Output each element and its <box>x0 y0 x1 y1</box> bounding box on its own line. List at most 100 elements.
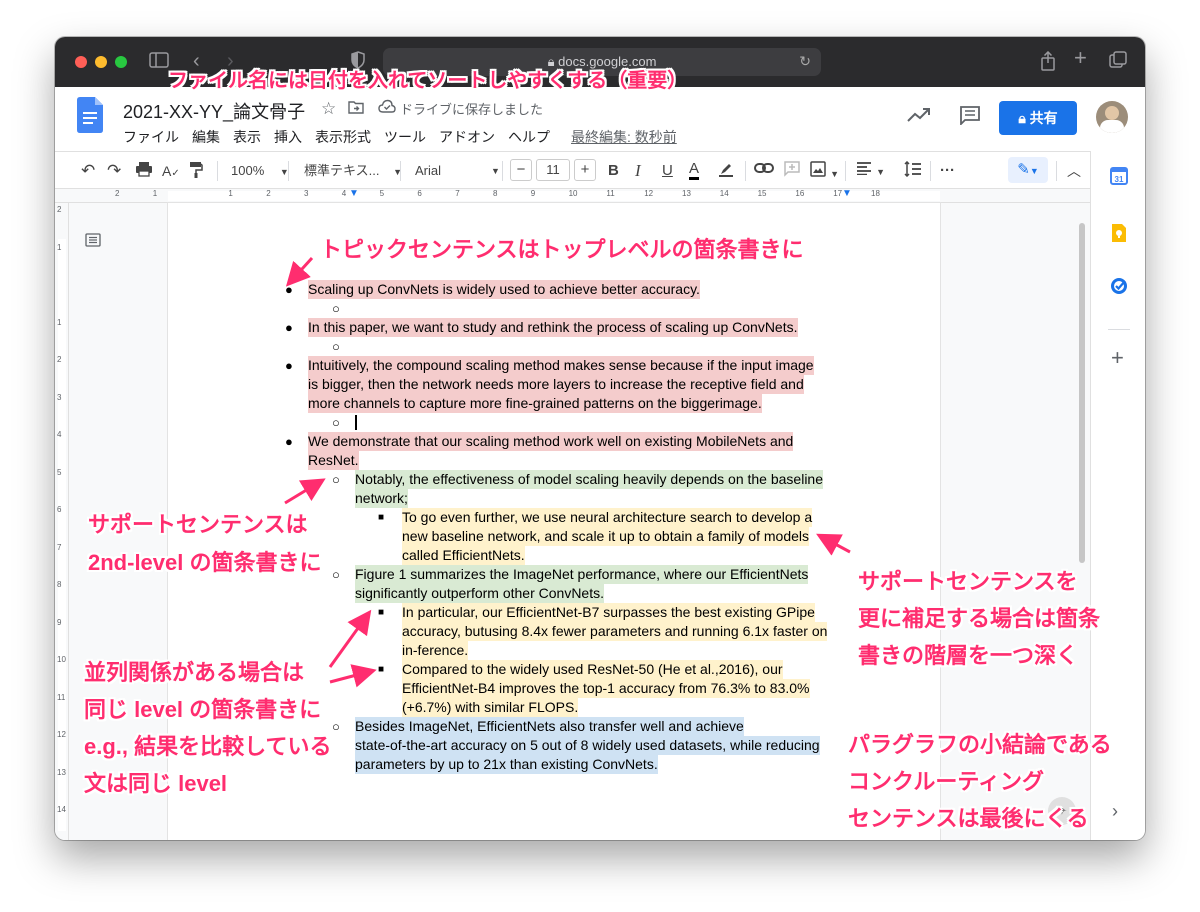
chevron-down-icon: ▼ <box>830 169 840 179</box>
share-icon[interactable] <box>1040 50 1056 77</box>
editing-mode-button[interactable]: ✎▼ <box>1008 157 1048 183</box>
topic-sentence-cont[interactable]: more channels to capture more fine-grain… <box>308 394 762 413</box>
zoom-select[interactable]: 100% ▼ <box>231 161 289 182</box>
undo-icon[interactable]: ↶ <box>81 161 95 181</box>
indent-marker-icon[interactable]: ▼ <box>349 188 359 199</box>
ruler-label: 12 <box>57 730 66 739</box>
minimize-window-button[interactable] <box>95 56 107 68</box>
paint-format-icon[interactable] <box>189 161 203 185</box>
detail-sentence-cont[interactable]: EfficientNet-B4 improves the top-1 accur… <box>402 679 810 698</box>
tab-overview-icon[interactable] <box>1109 51 1127 75</box>
bullet-circle: ○ <box>332 719 340 734</box>
expand-panel-icon[interactable]: › <box>1112 801 1118 822</box>
highlight-pen-icon[interactable] <box>718 161 734 183</box>
document-outline-icon[interactable] <box>85 233 101 252</box>
italic-button[interactable]: I <box>635 161 641 181</box>
support-sentence-cont[interactable]: significantly outperform other ConvNets. <box>355 584 604 603</box>
menu-edit[interactable]: 編集 <box>192 129 220 145</box>
ruler-label: 6 <box>417 189 422 198</box>
add-addon-icon[interactable]: + <box>1111 345 1124 371</box>
detail-sentence-cont[interactable]: (+6.7%) with similar FLOPS. <box>402 698 579 717</box>
last-edit-link[interactable]: 最終編集: 数秒前 <box>571 129 677 145</box>
comments-icon[interactable] <box>959 105 981 128</box>
support-sentence[interactable]: Figure 1 summarizes the ImageNet perform… <box>355 565 809 584</box>
support-sentence-cont[interactable]: network; <box>355 489 408 508</box>
topic-sentence-cont[interactable]: ResNet. <box>308 451 359 470</box>
collapse-menus-icon[interactable]: ︿ <box>1067 161 1081 181</box>
topic-sentence[interactable]: Scaling up ConvNets is widely used to ac… <box>308 280 700 299</box>
activity-trend-icon[interactable] <box>907 107 931 126</box>
detail-sentence-cont[interactable]: accuracy, butusing 8.4x fewer parameters… <box>402 622 828 641</box>
annotation-parallel-1: 並列関係がある場合は <box>84 660 305 685</box>
detail-sentence-cont[interactable]: new baseline network, and scale it up to… <box>402 527 810 546</box>
text-color-button[interactable]: A <box>689 161 700 180</box>
menu-file[interactable]: ファイル <box>123 129 179 145</box>
zoom-value: 100% <box>231 163 265 178</box>
share-label: 共有 <box>1029 110 1058 126</box>
sidebar-toggle-icon[interactable] <box>149 51 169 75</box>
reload-icon[interactable]: ↻ <box>799 53 811 70</box>
topic-sentence[interactable]: Intuitively, the compound scaling method… <box>308 356 814 375</box>
bullet-disc: ● <box>285 282 293 297</box>
style-select[interactable]: 標準テキス... ▼ <box>304 161 402 182</box>
font-select[interactable]: Arial ▼ <box>415 161 500 181</box>
font-size-increase-button[interactable]: + <box>574 159 596 181</box>
right-indent-marker-icon[interactable]: ▼ <box>842 188 852 199</box>
print-icon[interactable] <box>135 161 153 183</box>
star-icon[interactable]: ☆ <box>321 99 336 119</box>
spellcheck-icon[interactable]: A✓ <box>162 161 180 184</box>
support-sentence[interactable]: Notably, the effectiveness of model scal… <box>355 470 824 489</box>
zoom-window-button[interactable] <box>115 56 127 68</box>
document-title[interactable]: 2021-XX-YY_論文骨子 <box>123 98 305 124</box>
bullet-circle: ○ <box>332 567 340 582</box>
line-spacing-icon[interactable] <box>904 160 922 183</box>
new-tab-icon[interactable]: + <box>1074 47 1087 69</box>
detail-sentence[interactable]: Compared to the widely used ResNet-50 (H… <box>402 660 783 679</box>
move-folder-icon[interactable] <box>348 100 364 117</box>
menu-view[interactable]: 表示 <box>233 129 261 145</box>
font-size-decrease-button[interactable]: − <box>510 159 532 181</box>
topic-sentence-cont[interactable]: is bigger, then the network needs more l… <box>308 375 804 394</box>
chevron-down-icon: ▼ <box>491 166 500 176</box>
bullet-square: ■ <box>378 607 385 618</box>
more-options-button[interactable]: ··· <box>940 161 955 181</box>
concluding-sentence[interactable]: Besides ImageNet, EfficientNets also tra… <box>355 717 744 736</box>
concluding-sentence-cont[interactable]: parameters by up to 21x than existing Co… <box>355 755 658 774</box>
tasks-icon[interactable] <box>1110 277 1128 300</box>
detail-sentence-cont[interactable]: in-ference. <box>402 641 469 660</box>
menu-format[interactable]: 表示形式 <box>315 129 371 145</box>
cloud-saved-icon[interactable] <box>378 99 396 116</box>
annotation-parallel-3: e.g., 結果を比較している <box>84 734 332 759</box>
menu-help[interactable]: ヘルプ <box>508 129 550 145</box>
keep-icon[interactable] <box>1111 223 1127 248</box>
ruler-label: 3 <box>57 392 62 402</box>
ruler-label: 1 <box>228 189 233 198</box>
ruler-label: 2 <box>57 355 62 364</box>
calendar-icon[interactable]: 31 <box>1110 167 1128 190</box>
menu-addons[interactable]: アドオン <box>439 129 495 145</box>
docs-logo-icon[interactable] <box>77 97 103 138</box>
topic-sentence[interactable]: In this paper, we want to study and reth… <box>308 318 798 337</box>
redo-icon[interactable]: ↷ <box>107 161 121 181</box>
bold-button[interactable]: B <box>608 161 619 181</box>
detail-sentence[interactable]: In particular, our EfficientNet-B7 surpa… <box>402 603 815 622</box>
close-window-button[interactable] <box>75 56 87 68</box>
concluding-sentence-cont[interactable]: state-of-the-art accuracy on 5 out of 8 … <box>355 736 820 755</box>
detail-sentence[interactable]: To go even further, we use neural archit… <box>402 508 813 527</box>
scrollbar[interactable] <box>1079 223 1085 563</box>
share-button[interactable]: 🔒︎ 共有 <box>999 101 1077 135</box>
avatar[interactable] <box>1096 101 1128 133</box>
font-size-input[interactable]: 11 <box>536 159 570 181</box>
toolbar-divider <box>288 161 289 181</box>
detail-sentence-cont[interactable]: called EfficientNets. <box>402 546 525 565</box>
insert-image-icon[interactable]: ▼ <box>810 161 839 184</box>
align-left-icon[interactable]: ▼ <box>856 161 885 182</box>
toolbar-divider <box>400 161 401 181</box>
add-comment-icon[interactable] <box>784 161 800 183</box>
link-icon[interactable] <box>754 161 774 181</box>
underline-button[interactable]: U <box>662 161 673 181</box>
topic-sentence[interactable]: We demonstrate that our scaling method w… <box>308 432 794 451</box>
menu-insert[interactable]: 挿入 <box>274 129 302 145</box>
menu-tools[interactable]: ツール <box>384 129 426 145</box>
bullet-circle: ○ <box>332 339 340 354</box>
